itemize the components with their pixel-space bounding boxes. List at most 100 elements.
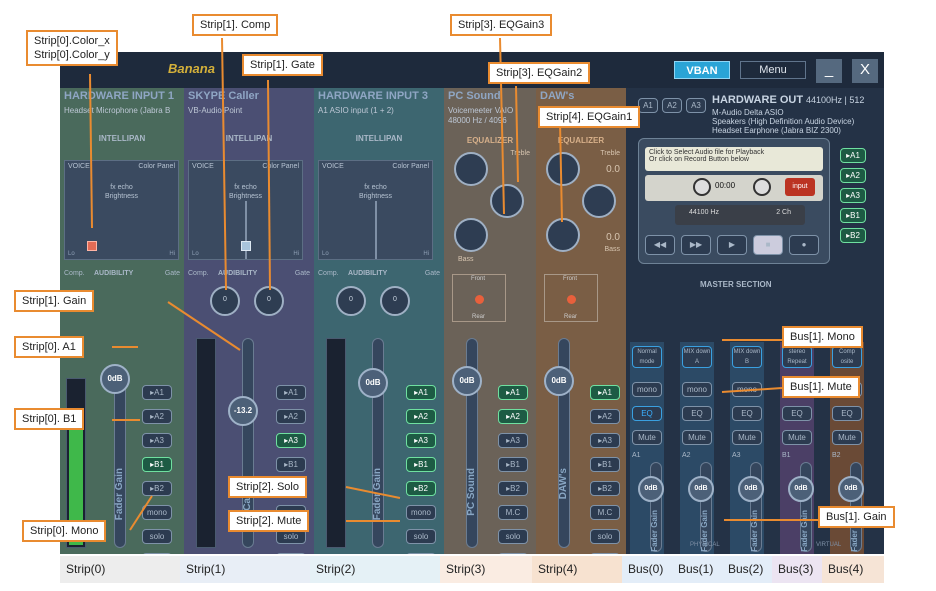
bus-mode-button[interactable]: stereo Repeat xyxy=(782,346,812,368)
strip-button-b2[interactable]: ▸B2 xyxy=(498,481,528,496)
strip-button-a3[interactable]: ▸A3 xyxy=(590,433,620,448)
bus-mode-button[interactable]: Normal mode xyxy=(632,346,662,368)
intellipan-pad[interactable]: VOICE Color Panel fx echo Brightness Lo H… xyxy=(188,160,303,260)
bus-mute-button[interactable]: Mute xyxy=(782,430,812,445)
strip-button-mono[interactable]: mono xyxy=(406,505,436,520)
strip-button-a2[interactable]: ▸A2 xyxy=(498,409,528,424)
bus-eq-button[interactable]: EQ xyxy=(782,406,812,421)
fader-knob[interactable]: 0dB xyxy=(100,364,130,394)
minimize-button[interactable]: _ xyxy=(816,59,842,83)
strip-button-solo[interactable]: solo xyxy=(590,529,620,544)
strip-button-b1[interactable]: ▸B1 xyxy=(276,457,306,472)
a1-select[interactable]: A1 xyxy=(638,98,658,113)
strip-button-b1[interactable]: ▸B1 xyxy=(590,457,620,472)
pan-pad[interactable]: Front Rear xyxy=(544,274,598,322)
bus-mute-button[interactable]: Mute xyxy=(632,430,662,445)
strip-button-a1[interactable]: ▸A1 xyxy=(498,385,528,400)
bus-mute-button[interactable]: Mute xyxy=(832,430,862,445)
a2-select[interactable]: A2 xyxy=(662,98,682,113)
rewind-icon[interactable]: ◀◀ xyxy=(645,235,675,255)
strip-button-a3[interactable]: ▸A3 xyxy=(406,433,436,448)
strip-button-a3[interactable]: ▸A3 xyxy=(276,433,306,448)
bus-fader-knob[interactable]: 0dB xyxy=(788,476,814,502)
playback-route-a2[interactable]: ▸A2 xyxy=(840,168,866,183)
bus-fader-knob[interactable]: 0dB xyxy=(638,476,664,502)
bus-mono-button[interactable]: mono xyxy=(732,382,762,397)
strip-button-b2[interactable]: ▸B2 xyxy=(406,481,436,496)
strip-button-mute[interactable]: Mute xyxy=(406,553,436,554)
eq-gain1-knob[interactable] xyxy=(454,218,488,252)
input-badge[interactable]: input xyxy=(785,178,815,196)
strip-button-a3[interactable]: ▸A3 xyxy=(142,433,172,448)
strip-button-a1[interactable]: ▸A1 xyxy=(406,385,436,400)
strip-button-b1[interactable]: ▸B1 xyxy=(406,457,436,472)
bus-mode-button[interactable]: MIX down B xyxy=(732,346,762,368)
playback-route-b1[interactable]: ▸B1 xyxy=(840,208,866,223)
bus-eq-button[interactable]: EQ xyxy=(682,406,712,421)
gate-knob[interactable]: 0 xyxy=(254,286,284,316)
strip-button-a1[interactable]: ▸A1 xyxy=(276,385,306,400)
a3-select[interactable]: A3 xyxy=(686,98,706,113)
playback-route-b2[interactable]: ▸B2 xyxy=(840,228,866,243)
strip-button-mono[interactable]: mono xyxy=(142,505,172,520)
bus-fader-knob[interactable]: 0dB xyxy=(688,476,714,502)
bus-eq-button[interactable]: EQ xyxy=(632,406,662,421)
strip-button-b2[interactable]: ▸B2 xyxy=(590,481,620,496)
strip-device[interactable]: Voicemeeter VAIO xyxy=(448,106,513,115)
strip-button-a2[interactable]: ▸A2 xyxy=(276,409,306,424)
forward-icon[interactable]: ▶▶ xyxy=(681,235,711,255)
strip-button-a2[interactable]: ▸A2 xyxy=(590,409,620,424)
intellipan-pad[interactable]: VOICE Color Panel fx echo Brightness Lo H… xyxy=(64,160,179,260)
fader-knob[interactable]: -13.2 xyxy=(228,396,258,426)
bus-eq-button[interactable]: EQ xyxy=(832,406,862,421)
strip-button-mute[interactable]: Mute xyxy=(590,553,620,554)
strip-button-a1[interactable]: ▸A1 xyxy=(142,385,172,400)
bus-fader-knob[interactable]: 0dB xyxy=(738,476,764,502)
bus-mode-button[interactable]: Comp osite xyxy=(832,346,862,368)
strip-button-a3[interactable]: ▸A3 xyxy=(498,433,528,448)
strip-device[interactable]: VB-Audio Point xyxy=(188,106,242,115)
fader-knob[interactable]: 0dB xyxy=(358,368,388,398)
bus-mode-button[interactable]: MIX down A xyxy=(682,346,712,368)
strip-button-solo[interactable]: solo xyxy=(406,529,436,544)
eq-gain3-knob[interactable] xyxy=(454,152,488,186)
intellipan-pad[interactable]: VOICE Color Panel fx echo Brightness Lo H… xyxy=(318,160,433,260)
stop-icon[interactable]: ■ xyxy=(753,235,783,255)
strip-button-mc[interactable]: M.C xyxy=(590,505,620,520)
pan-pad[interactable]: Front Rear xyxy=(452,274,506,322)
bus-fader-knob[interactable]: 0dB xyxy=(838,476,864,502)
play-icon[interactable]: ▶ xyxy=(717,235,747,255)
strip-button-a2[interactable]: ▸A2 xyxy=(142,409,172,424)
strip-button-solo[interactable]: solo xyxy=(142,529,172,544)
strip-button-a1[interactable]: ▸A1 xyxy=(590,385,620,400)
strip-button-mute[interactable]: Mute xyxy=(276,553,306,554)
eq-gain1-knob[interactable] xyxy=(546,218,580,252)
strip-button-b2[interactable]: ▸B2 xyxy=(142,481,172,496)
strip-button-b1[interactable]: ▸B1 xyxy=(498,457,528,472)
bus-mute-button[interactable]: Mute xyxy=(732,430,762,445)
color-point[interactable] xyxy=(87,241,97,251)
vban-button[interactable]: VBAN xyxy=(674,61,730,79)
bus-mono-button[interactable]: mono xyxy=(632,382,662,397)
fader-knob[interactable]: 0dB xyxy=(452,366,482,396)
strip-button-solo[interactable]: solo xyxy=(498,529,528,544)
menu-button[interactable]: Menu xyxy=(740,61,806,79)
strip-button-b1[interactable]: ▸B1 xyxy=(142,457,172,472)
strip-button-mute[interactable]: Mute xyxy=(498,553,528,554)
playback-route-a1[interactable]: ▸A1 xyxy=(840,148,866,163)
bus-eq-button[interactable]: EQ xyxy=(732,406,762,421)
comp-knob[interactable]: 0 xyxy=(336,286,366,316)
strip-button-a2[interactable]: ▸A2 xyxy=(406,409,436,424)
close-button[interactable]: X xyxy=(852,59,878,83)
color-point[interactable] xyxy=(241,241,251,251)
hw-out-device-2[interactable]: Speakers (High Definition Audio Device) xyxy=(712,117,854,126)
playback-route-a3[interactable]: ▸A3 xyxy=(840,188,866,203)
comp-knob[interactable]: 0 xyxy=(210,286,240,316)
bus-mono-button[interactable]: mono xyxy=(682,382,712,397)
eq-gain3-knob[interactable] xyxy=(546,152,580,186)
strip-button-mc[interactable]: M.C xyxy=(498,505,528,520)
hw-out-device-3[interactable]: Headset Earphone (Jabra BIZ 2300) xyxy=(712,126,841,135)
fader-track[interactable] xyxy=(114,378,126,548)
eq-gain2-knob[interactable] xyxy=(582,184,616,218)
gate-knob[interactable]: 0 xyxy=(380,286,410,316)
